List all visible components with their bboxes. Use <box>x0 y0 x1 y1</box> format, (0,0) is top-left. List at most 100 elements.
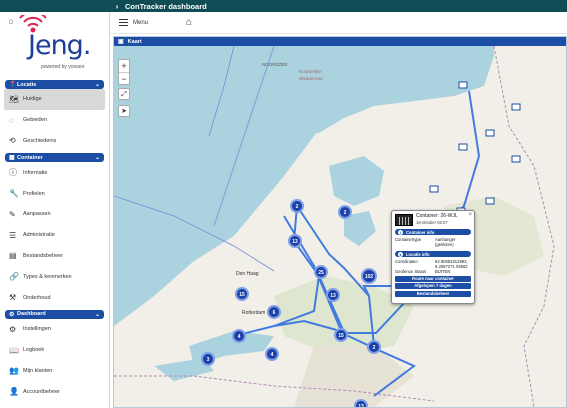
map-label-wadden: Waddenzee <box>299 76 323 81</box>
menu-label[interactable]: Menu <box>133 20 148 26</box>
sidebar-item-instellingen[interactable]: ⚙ Instellingen <box>0 319 109 340</box>
map[interactable]: NOORDZEE Noordelijke Waddenzee Den Haag … <box>114 46 566 407</box>
sidebar-item-accountbeheer[interactable]: 👤 Accountbeheer <box>0 381 109 402</box>
map-canvas[interactable]: NOORDZEE Noordelijke Waddenzee Den Haag … <box>114 46 566 407</box>
chevron-down-icon[interactable]: ⌄ <box>95 154 100 161</box>
sidebar-section-container[interactable]: ▦ Container ⌄ <box>5 153 104 163</box>
list-icon: ☰ <box>9 230 17 240</box>
route-button[interactable]: Route naar container <box>395 275 471 282</box>
sidebar-item-label: Informatie <box>23 169 48 176</box>
map-panel-icon: ▣ <box>118 39 124 45</box>
cluster-marker[interactable]: 4 <box>265 347 279 361</box>
cluster-marker[interactable]: 4 <box>232 329 246 343</box>
sidebar-item-profielen[interactable]: 🔧 Profielen <box>0 183 109 204</box>
info-icon: ⓘ <box>9 168 17 178</box>
section-title: Dashboard <box>17 311 46 318</box>
cluster-marker[interactable]: 13 <box>288 234 302 248</box>
cluster-marker[interactable]: 3 <box>201 352 215 366</box>
popup-row-geofence: Geofence Status BUITEN <box>395 269 451 274</box>
sidebar-item-administratie[interactable]: ☰ Administratie <box>0 225 109 246</box>
sidebar-item-geschiedenis[interactable]: ⟲ Geschiedenis <box>0 131 109 152</box>
home-icon[interactable]: ⌂ <box>186 17 192 28</box>
cluster-marker[interactable]: 15 <box>235 287 249 301</box>
logo: D Jeng. powered by yooseo <box>0 12 109 78</box>
sidebar-item-mijn-klanten[interactable]: 👥 Mijn klanten <box>0 361 109 382</box>
svg-text:13: 13 <box>358 404 364 407</box>
section-title: Container <box>17 154 43 161</box>
hamburger-icon[interactable] <box>119 19 128 26</box>
map-panel-header: ▣ Kaart <box>114 37 566 46</box>
sidebar-item-label: Accountbeheer <box>23 388 60 395</box>
popup-row-coordinates: Coördinaten 52.90653312993, 6.3087271 036… <box>395 259 468 269</box>
svg-text:102: 102 <box>365 274 374 280</box>
last-7-days-button[interactable]: Afgelopen 7 dagen <box>395 283 471 289</box>
app: › ConTracker dashboard D Jeng. powered b… <box>0 0 567 408</box>
sidebar-item-logboek[interactable]: 📖 Logboek <box>0 340 109 361</box>
popup-row-type: Containertype Aanhanger (gesloten) <box>395 237 456 247</box>
cluster-marker[interactable]: 13 <box>354 399 368 407</box>
logo-brand: Jeng. <box>28 30 91 61</box>
file-management-button[interactable]: Bestandsbeheer <box>395 290 471 297</box>
history-icon: ⟲ <box>9 136 16 146</box>
map-icon: 🗺 <box>9 94 20 104</box>
cluster-marker[interactable]: 2 <box>290 199 304 213</box>
sidebar-item-label: Huidige <box>23 96 42 103</box>
svg-text:15: 15 <box>338 333 344 339</box>
svg-text:2: 2 <box>344 210 347 216</box>
map-label-den-haag: Den Haag <box>236 271 259 277</box>
app-title: ConTracker dashboard <box>125 1 207 11</box>
map-panel-title: Kaart <box>127 38 142 45</box>
sidebar: D Jeng. powered by yooseo 📍 Locatie ⌄ 🗺 Huid… <box>0 12 110 408</box>
menu-bar: Menu ⌂ <box>110 12 567 34</box>
sliders-icon: ⚙ <box>9 324 17 334</box>
sidebar-item-bestandsbeheer[interactable]: ▤ Bestandsbeheer <box>0 246 109 267</box>
sidebar-section-locatie[interactable]: 📍 Locatie ⌄ <box>5 80 104 89</box>
fullscreen-icon[interactable]: ⤢ <box>118 88 130 100</box>
map-panel: ▣ Kaart NOORDZEE Noordelijke Waddenzee D… <box>113 36 567 408</box>
chevron-down-icon[interactable]: ⌄ <box>95 311 100 318</box>
sidebar-item-label: Geschiedenis <box>23 137 57 144</box>
sidebar-section-dashboard[interactable]: ⚙ Dashboard ⌄ <box>5 309 104 319</box>
sidebar-item-types-kenmerken[interactable]: 🔗 Types & kenmerken <box>0 266 109 287</box>
sidebar-item-aanpassen[interactable]: ✎ Aanpassen <box>0 204 109 225</box>
container-icon: ▤ <box>9 251 17 261</box>
locate-icon[interactable]: ➤ <box>118 105 130 117</box>
map-label-sea: NOORDZEE <box>262 62 288 67</box>
svg-text:2: 2 <box>373 345 376 351</box>
cluster-marker[interactable]: 13 <box>326 288 340 302</box>
svg-text:4: 4 <box>238 334 241 340</box>
logo-tagline: powered by yooseo <box>41 64 85 70</box>
cluster-marker[interactable]: 2 <box>338 205 352 219</box>
svg-text:15: 15 <box>239 292 245 298</box>
top-bar: › ConTracker dashboard <box>0 0 567 12</box>
close-icon[interactable]: × <box>468 212 472 218</box>
popup-date: 18-oktober 06:07 <box>416 220 448 225</box>
pencil-icon: ✎ <box>9 209 16 219</box>
popup-location-info-header: ● Locatie info <box>395 251 471 257</box>
sidebar-item-huidige[interactable]: 🗺 Huidige <box>4 89 105 110</box>
sidebar-item-onderhoud[interactable]: ⚒ Onderhoud <box>0 287 109 308</box>
book-icon: 📖 <box>9 345 19 355</box>
svg-text:6: 6 <box>273 310 276 316</box>
svg-text:2: 2 <box>296 204 299 210</box>
cluster-marker[interactable]: 25 <box>314 265 328 279</box>
sidebar-item-informatie[interactable]: ⓘ Informatie <box>0 162 109 183</box>
tools-icon: ⚒ <box>9 293 17 303</box>
cluster-marker[interactable]: 102 <box>361 268 377 284</box>
map-label-noord: Noordelijke <box>299 69 322 74</box>
svg-text:3: 3 <box>207 357 210 363</box>
cluster-marker[interactable]: 6 <box>267 305 281 319</box>
info-icon: i <box>398 229 403 235</box>
zoom-control: + − <box>118 59 130 85</box>
sidebar-item-label: Logboek <box>23 347 45 354</box>
collapse-chevron-icon[interactable]: › <box>111 2 123 11</box>
container-icon <box>395 214 413 226</box>
cluster-marker[interactable]: 2 <box>367 340 381 354</box>
sidebar-item-label: Instellingen <box>23 326 51 333</box>
zoom-out-button[interactable]: − <box>119 72 129 84</box>
cluster-marker[interactable]: 15 <box>334 328 348 342</box>
chevron-down-icon[interactable]: ⌄ <box>95 81 100 88</box>
sidebar-item-gebieden[interactable]: ◌ Gebieden <box>0 110 109 131</box>
sidebar-item-label: Onderhoud <box>23 294 51 301</box>
zoom-in-button[interactable]: + <box>119 60 129 72</box>
